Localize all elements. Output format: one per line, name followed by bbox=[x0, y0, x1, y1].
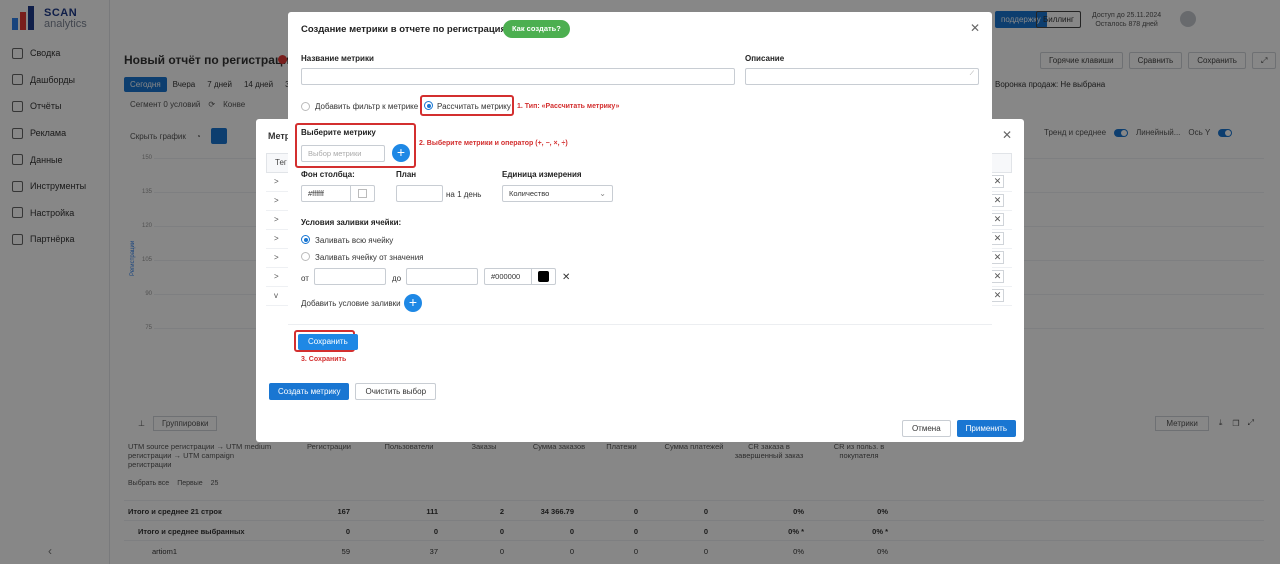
from-input[interactable] bbox=[314, 268, 386, 285]
how-to-button[interactable]: Как создать? bbox=[503, 20, 570, 38]
fill-color-value: #000000 bbox=[491, 272, 521, 281]
metrics-footer: Отмена Применить bbox=[901, 420, 1016, 437]
close-icon[interactable]: ✕ bbox=[991, 251, 1004, 264]
metric-name-label: Название метрики bbox=[301, 54, 374, 63]
modal-divider bbox=[288, 324, 992, 325]
radio-add-filter[interactable] bbox=[301, 102, 310, 111]
clear-selection-button[interactable]: Очистить выбор bbox=[355, 383, 437, 400]
chevron-right-icon[interactable]: > bbox=[274, 215, 279, 224]
close-icon[interactable]: ✕ bbox=[970, 21, 980, 35]
radio-fill-from-value[interactable] bbox=[301, 252, 310, 261]
close-icon[interactable]: ✕ bbox=[991, 175, 1004, 188]
radio-fill-from-value-label[interactable]: Заливать ячейку от значения bbox=[315, 253, 424, 262]
color-picker-icon[interactable] bbox=[531, 269, 555, 284]
select-metric-input[interactable]: Выбор метрики bbox=[301, 145, 385, 162]
column-bg-input[interactable]: #ffffff bbox=[301, 185, 375, 202]
add-condition-plus-icon[interactable]: + bbox=[404, 294, 422, 312]
unit-select[interactable]: Количество ⌄ bbox=[502, 185, 613, 202]
unit-select-value: Количество bbox=[509, 189, 550, 198]
annotation-step-2: 2. Выберите метрики и оператор (+, −, ×,… bbox=[419, 140, 568, 147]
description-textarea[interactable]: ⟋ bbox=[745, 68, 979, 85]
chevron-right-icon[interactable]: > bbox=[274, 272, 279, 281]
close-icon[interactable]: ✕ bbox=[991, 194, 1004, 207]
radio-calculate-metric[interactable] bbox=[424, 101, 433, 110]
metrics-dialog-title: Метр bbox=[268, 131, 291, 141]
description-label: Описание bbox=[745, 54, 785, 63]
radio-calculate-label[interactable]: Рассчитать метрику bbox=[437, 102, 511, 111]
add-condition-label[interactable]: Добавить условие заливки bbox=[301, 299, 401, 308]
add-metric-plus-icon[interactable]: + bbox=[392, 144, 410, 162]
column-bg-label: Фон столбца: bbox=[301, 170, 355, 179]
chevron-right-icon[interactable]: > bbox=[274, 253, 279, 262]
annotation-step-1: 1. Тип: «Рассчитать метрику» bbox=[517, 103, 620, 110]
create-metric-button[interactable]: Создать метрику bbox=[269, 383, 350, 400]
remove-condition-icon[interactable]: ✕ bbox=[562, 272, 570, 283]
color-picker-icon[interactable] bbox=[350, 186, 374, 201]
chevron-right-icon[interactable]: > bbox=[274, 234, 279, 243]
close-icon[interactable]: ✕ bbox=[1002, 128, 1012, 142]
metrics-actions: Создать метрику Очистить выбор bbox=[269, 383, 437, 400]
from-label: от bbox=[301, 274, 309, 283]
radio-add-filter-label[interactable]: Добавить фильтр к метрике bbox=[315, 102, 418, 111]
resize-handle-icon[interactable]: ⟋ bbox=[970, 67, 974, 82]
plan-label: План bbox=[396, 170, 417, 179]
radio-fill-all[interactable] bbox=[301, 235, 310, 244]
modal-title: Создание метрики в отчете по регистрация… bbox=[301, 24, 514, 35]
close-icon[interactable]: ✕ bbox=[991, 270, 1004, 283]
unit-label: Единица измерения bbox=[502, 170, 582, 179]
column-bg-value: #ffffff bbox=[308, 189, 324, 198]
annotation-step-3: 3. Сохранить bbox=[301, 356, 347, 363]
close-icon[interactable]: ✕ bbox=[991, 289, 1004, 302]
chevron-down-icon[interactable]: v bbox=[274, 291, 278, 300]
per-day-label: на 1 день bbox=[446, 190, 482, 199]
to-label: до bbox=[392, 274, 402, 283]
save-button[interactable]: Сохранить bbox=[298, 334, 358, 350]
chevron-right-icon[interactable]: > bbox=[274, 177, 279, 186]
metric-name-input[interactable] bbox=[301, 68, 735, 85]
cancel-button[interactable]: Отмена bbox=[901, 420, 951, 437]
fill-conditions-label: Условия заливки ячейки: bbox=[301, 218, 402, 227]
radio-fill-all-label[interactable]: Заливать всю ячейку bbox=[315, 236, 393, 245]
chevron-right-icon[interactable]: > bbox=[274, 196, 279, 205]
select-metric-label: Выберите метрику bbox=[301, 128, 376, 137]
apply-button[interactable]: Применить bbox=[956, 420, 1016, 437]
create-metric-modal: Создание метрики в отчете по регистрация… bbox=[288, 12, 992, 355]
close-icon[interactable]: ✕ bbox=[991, 213, 1004, 226]
close-icon[interactable]: ✕ bbox=[991, 232, 1004, 245]
fill-color-input[interactable]: #000000 bbox=[484, 268, 556, 285]
chevron-down-icon: ⌄ bbox=[599, 189, 606, 198]
plan-input[interactable] bbox=[396, 185, 443, 202]
to-input[interactable] bbox=[406, 268, 478, 285]
